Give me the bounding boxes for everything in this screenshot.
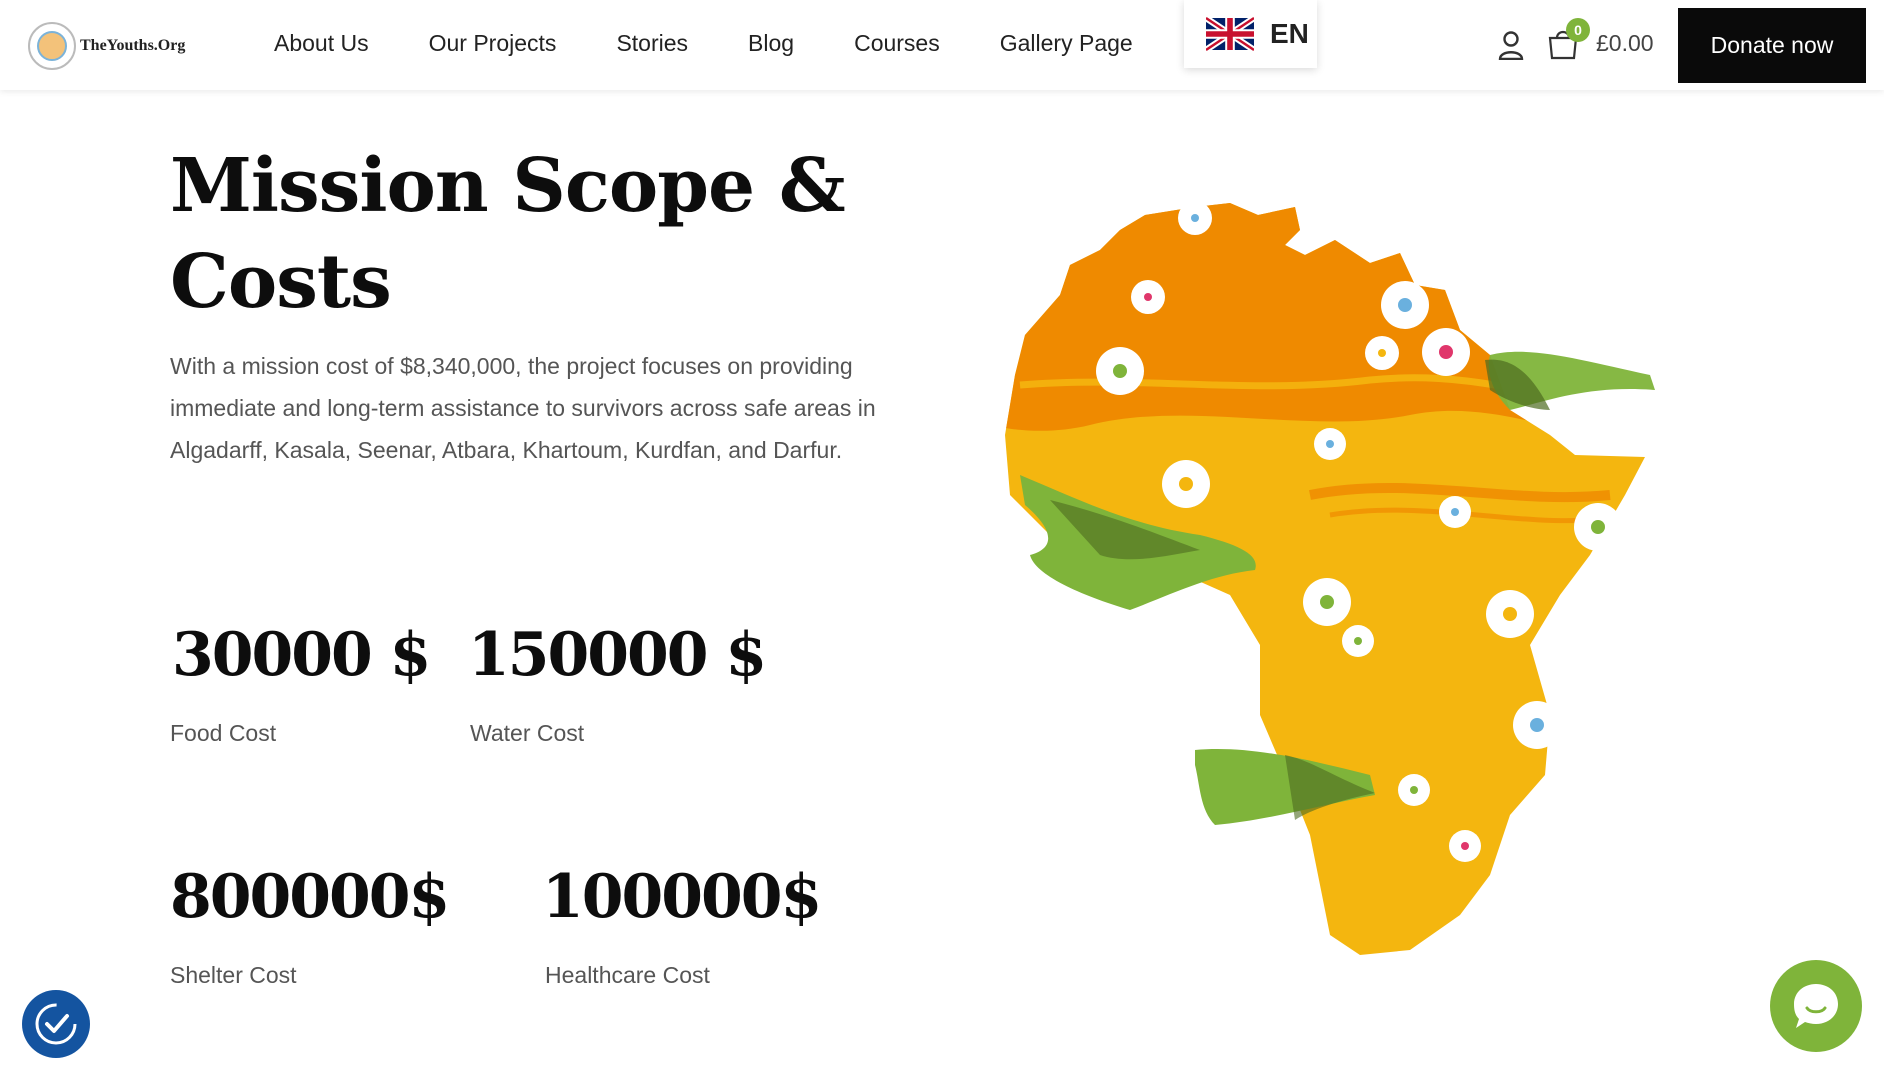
cart-total[interactable]: £0.00 <box>1596 30 1654 57</box>
healthcare-cost-label: Healthcare Cost <box>545 962 710 988</box>
water-cost-label: Water Cost <box>470 720 585 746</box>
site-header: TheYouths.Org About Us Our Projects Stor… <box>0 0 1884 90</box>
donate-button[interactable]: Donate now <box>1678 8 1866 83</box>
accessibility-button[interactable] <box>22 990 90 1058</box>
accessibility-icon <box>35 1003 77 1045</box>
africa-map-illustration <box>1005 201 1655 955</box>
user-icon[interactable] <box>1498 30 1524 60</box>
water-cost-value: 150000 $ <box>468 620 767 690</box>
nav-blog[interactable]: Blog <box>748 30 794 57</box>
language-switcher[interactable]: EN <box>1184 0 1317 68</box>
uk-flag-icon <box>1206 17 1254 51</box>
nav-about-us[interactable]: About Us <box>274 30 369 57</box>
nav-stories[interactable]: Stories <box>616 30 688 57</box>
nav-our-projects[interactable]: Our Projects <box>429 30 557 57</box>
nav-courses[interactable]: Courses <box>854 30 940 57</box>
food-cost-value: 30000 $ <box>172 620 431 690</box>
chat-icon <box>1794 984 1838 1028</box>
page-title: Mission Scope & Costs <box>170 143 846 325</box>
nav-gallery-page[interactable]: Gallery Page <box>1000 30 1133 57</box>
language-label: EN <box>1270 18 1309 49</box>
chat-button[interactable] <box>1770 960 1862 1052</box>
shelter-cost-value: 800000$ <box>170 862 450 932</box>
mission-description: With a mission cost of $8,340,000, the p… <box>170 353 876 463</box>
food-cost-label: Food Cost <box>170 720 277 746</box>
shelter-cost-label: Shelter Cost <box>170 962 297 988</box>
logo-badge-icon <box>28 22 76 70</box>
cart-count-badge: 0 <box>1566 18 1590 42</box>
logo-text: TheYouths.Org <box>80 37 186 54</box>
main-nav: About Us Our Projects Stories Blog Cours… <box>274 30 1193 57</box>
healthcare-cost-value: 100000$ <box>542 862 822 932</box>
site-logo[interactable]: TheYouths.Org <box>28 22 185 70</box>
